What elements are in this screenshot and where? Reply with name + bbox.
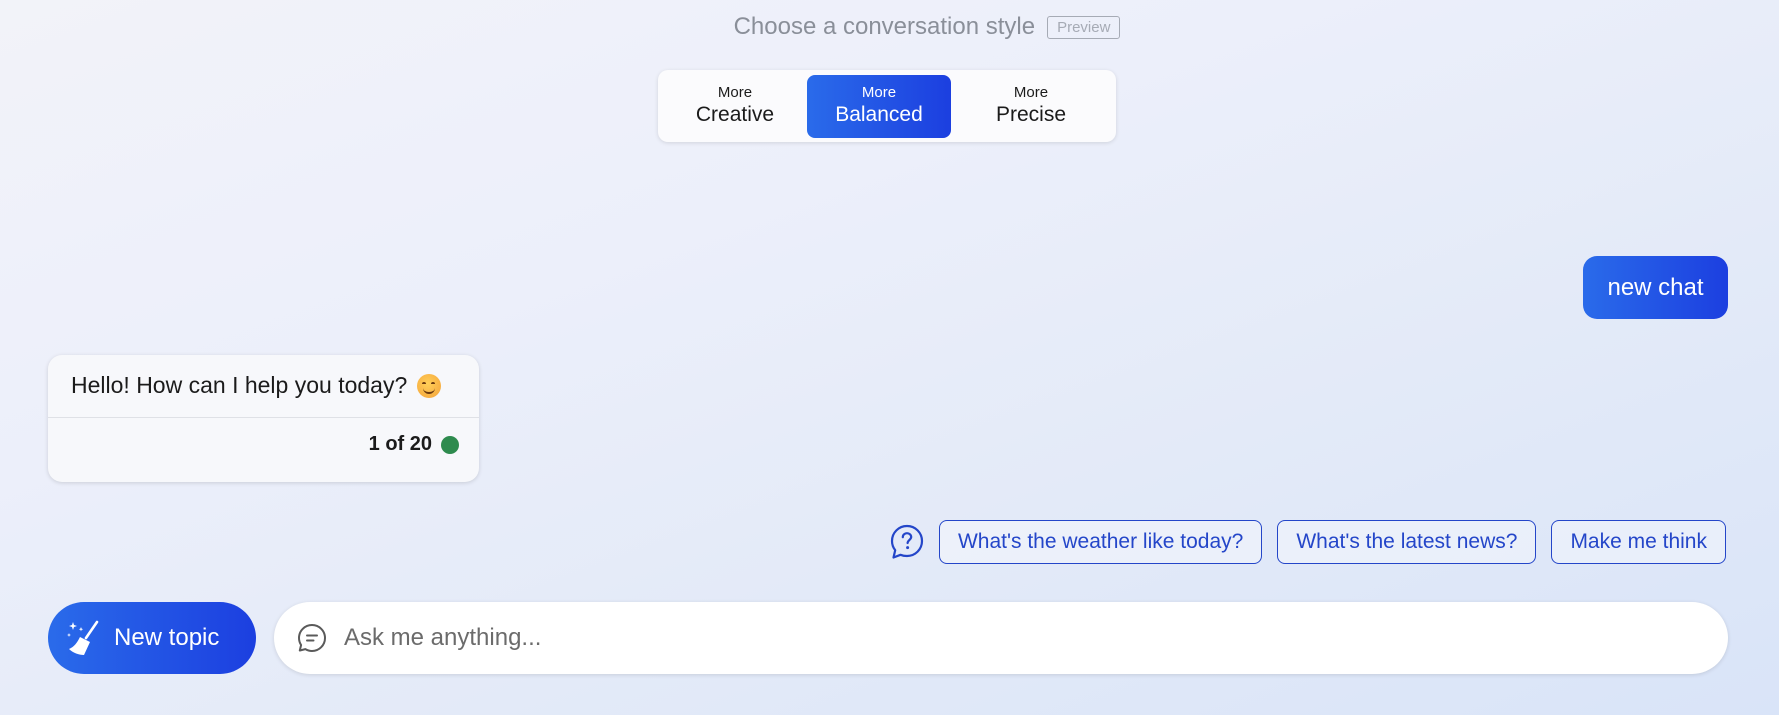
conversation-style-header: Choose a conversation style Preview (0, 13, 1779, 41)
status-dot-icon (441, 435, 459, 454)
conversation-style-title: Choose a conversation style (733, 13, 1036, 40)
suggestion-chip-think[interactable]: Make me think (1551, 520, 1726, 564)
style-option-prefix: More (1013, 84, 1049, 101)
style-option-prefix: More (861, 84, 897, 101)
smiling-face-icon (417, 373, 442, 398)
conversation-style-selector: More Creative More Balanced More Precise (658, 70, 1116, 142)
bot-message-text: Hello! How can I help you today? (71, 372, 408, 398)
new-topic-label: New topic (114, 624, 220, 651)
suggestion-chip-weather[interactable]: What's the weather like today? (938, 520, 1263, 564)
style-option-label: Precise (995, 103, 1067, 126)
chat-bubble-icon (298, 624, 326, 652)
bot-message-card: Hello! How can I help you today? 1 of 20 (48, 355, 479, 482)
style-option-label: Balanced (835, 103, 923, 126)
suggestion-bar: What's the weather like today? What's th… (890, 520, 1726, 564)
turn-counter-text: 1 of 20 (368, 433, 432, 455)
style-option-label: Creative (695, 103, 775, 126)
user-message-bubble: new chat (1583, 256, 1728, 319)
style-option-creative[interactable]: More Creative (663, 75, 807, 138)
chat-input-box[interactable] (274, 602, 1728, 674)
style-option-prefix: More (717, 84, 753, 101)
card-divider (48, 417, 479, 418)
suggestion-chip-news[interactable]: What's the latest news? (1277, 520, 1537, 564)
turn-counter: 1 of 20 (369, 433, 459, 456)
question-bubble-icon[interactable] (890, 524, 924, 560)
preview-badge: Preview (1047, 15, 1121, 39)
style-option-precise[interactable]: More Precise (951, 75, 1111, 138)
bot-message: Hello! How can I help you today? (71, 372, 442, 399)
style-option-balanced[interactable]: More Balanced (807, 74, 951, 138)
broom-sparkle-icon (67, 620, 99, 655)
new-topic-button[interactable]: New topic (48, 602, 256, 674)
chat-input-field[interactable] (342, 623, 1646, 653)
